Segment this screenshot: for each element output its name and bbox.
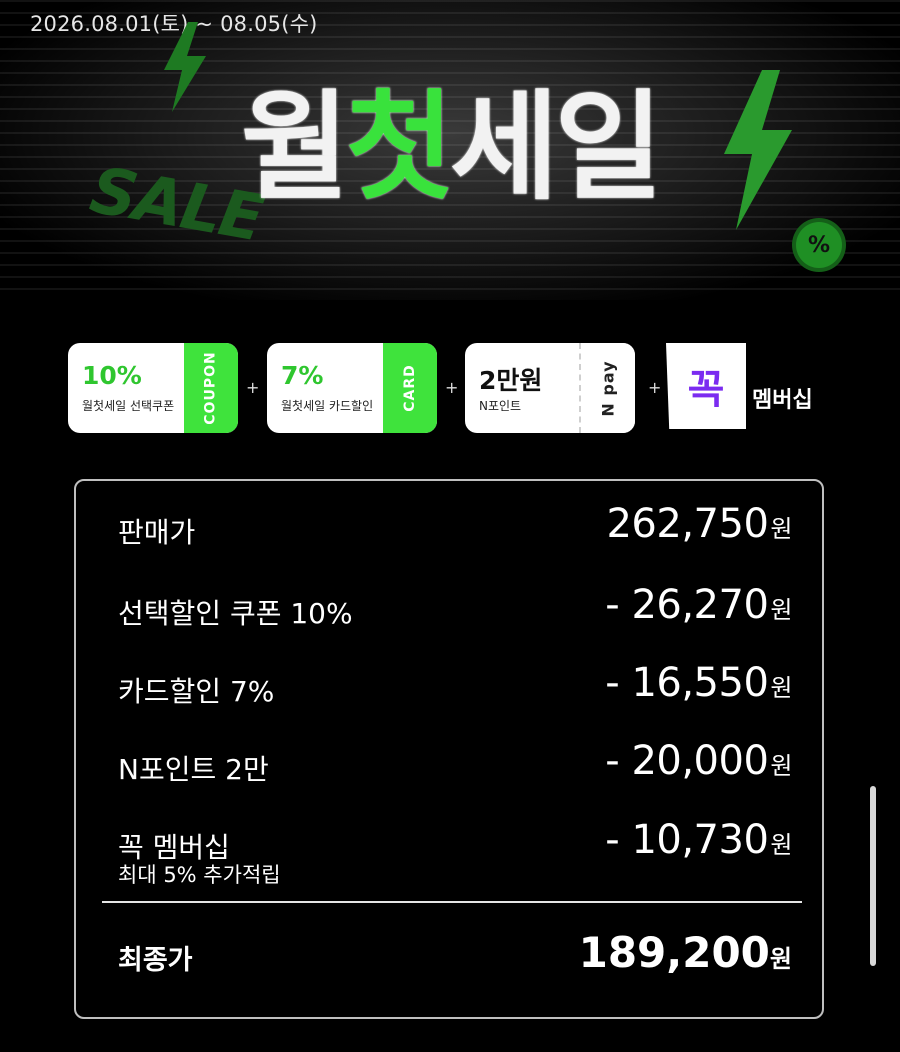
percent-badge: % <box>796 222 842 268</box>
benefit-desc: 월첫세일 선택쿠폰 <box>82 399 175 413</box>
event-banner: 2026.08.01(토) ~ 08.05(수) SALE 월첫세일 % <box>0 0 900 300</box>
plus-sign: + <box>246 378 260 397</box>
price-row-value: 262,750원 <box>606 501 792 547</box>
price-row-label: 카드할인 7% <box>118 675 275 708</box>
coupon-tag: COUPON <box>184 343 238 433</box>
plus-sign: + <box>445 378 459 397</box>
title-part1: 월 <box>240 78 350 216</box>
scrollbar[interactable] <box>870 786 876 966</box>
card-benefit-card[interactable]: 7% 월첫세일 카드할인 CARD <box>267 343 437 433</box>
price-row-value: - 26,270원 <box>605 582 792 628</box>
benefit-value: 10% <box>82 361 142 390</box>
price-row-value: - 20,000원 <box>605 738 792 784</box>
price-row-sublabel: 최대 5% 추가적립 <box>118 863 281 887</box>
final-price-value: 189,200원 <box>578 928 792 977</box>
benefit-desc: N포인트 <box>479 399 522 413</box>
title-part2: 세일 <box>450 78 663 216</box>
price-row-value: - 10,730원 <box>605 817 792 863</box>
membership-label: 멤버십 <box>752 388 813 413</box>
coupon-benefit-card[interactable]: 10% 월첫세일 선택쿠폰 COUPON <box>68 343 238 433</box>
price-row-value: - 16,550원 <box>605 660 792 706</box>
kkok-membership-logo: 꼭 <box>666 343 746 429</box>
benefit-value: 2만원 <box>479 366 543 395</box>
price-breakdown-box: 판매가 262,750원 선택할인 쿠폰 10% - 26,270원 카드할인 … <box>74 479 824 1019</box>
npay-tag: N pay <box>579 343 635 433</box>
divider <box>102 901 802 903</box>
card-tag: CARD <box>383 343 437 433</box>
benefit-desc: 월첫세일 카드할인 <box>281 399 374 413</box>
event-title: 월첫세일 <box>0 72 900 222</box>
price-row-label: N포인트 2만 <box>118 753 269 786</box>
price-row-label: 선택할인 쿠폰 10% <box>118 597 353 630</box>
plus-sign: + <box>648 378 662 397</box>
title-accent: 첫 <box>345 78 454 216</box>
final-price-label: 최종가 <box>118 945 193 976</box>
npoint-benefit-card[interactable]: 2만원 N포인트 N pay <box>465 343 635 433</box>
benefit-value: 7% <box>281 361 324 390</box>
price-row-label: 판매가 <box>118 516 196 549</box>
